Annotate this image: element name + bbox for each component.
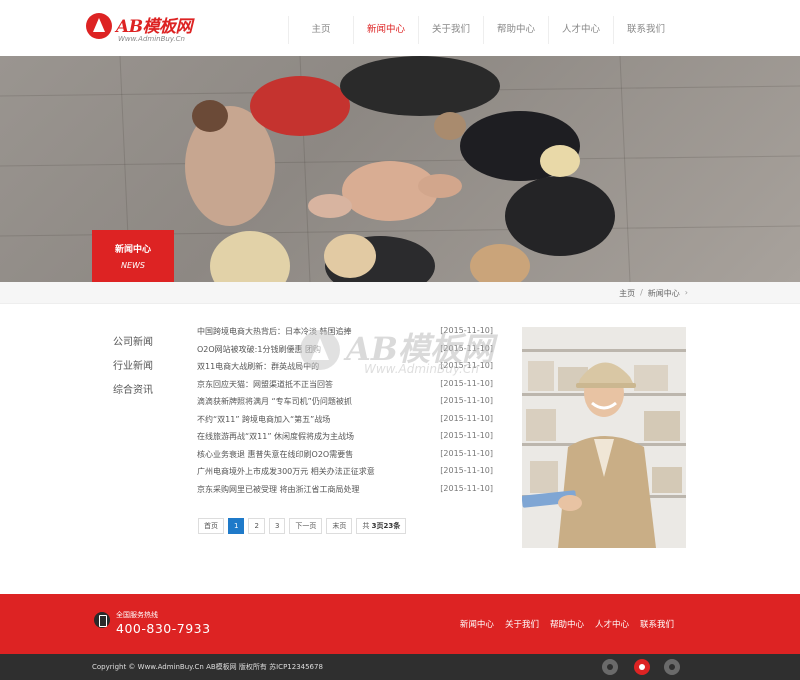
banner-tag-title: 新闻中心 [114,245,151,255]
qq-icon[interactable] [602,659,618,675]
courier-photo [522,327,686,548]
news-date: [2015-11-10] [440,413,493,423]
weibo-icon[interactable] [664,659,680,675]
nav-item-contact[interactable]: 联系我们 [613,16,678,44]
news-title[interactable]: 滴滴获新牌照将满月 “专车司机”仍问题被抓 [197,396,352,414]
news-date: [2015-11-10] [440,483,493,493]
news-title[interactable]: 京东采购网里已被受理 将由浙江省工商局处理 [197,484,360,502]
page-button-2[interactable]: 2 [248,518,265,534]
pagination-total-count: 23条 [383,522,401,530]
footer-nav-contact[interactable]: 联系我们 [640,618,674,630]
logo-mark-icon [86,13,112,39]
footer-nav-careers[interactable]: 人才中心 [595,618,629,630]
news-title[interactable]: 核心业务衰退 惠普失意在线印刷O2O需要售 [197,449,353,467]
nav-item-news[interactable]: 新闻中心 [353,16,418,44]
watermark-url: Www.AdminBuy.Cn [364,362,479,376]
watermark-mark-icon [300,330,340,370]
list-item[interactable]: 滴滴获新牌照将满月 “专车司机”仍问题被抓 [2015-11-10] [197,396,493,414]
footer-nav: 新闻中心 关于我们 帮助中心 人才中心 联系我们 [460,618,674,630]
list-item[interactable]: 京东采购网里已被受理 将由浙江省工商局处理 [2015-11-10] [197,484,493,502]
last-page-button[interactable]: 末页 [326,518,353,534]
next-page-button[interactable]: 下一页 [289,518,323,534]
pagination-info-prefix: 共 [362,522,372,530]
pagination-info: 共 3页23条 [356,518,407,534]
logo-name: AB模板网 [116,17,193,37]
sidebar-item-general-info[interactable]: 综合资讯 [113,381,153,405]
category-sidebar: 公司新闻 行业新闻 综合资讯 [113,333,153,405]
breadcrumb-arrow-icon: › [684,288,688,297]
banner-section-tag: 新闻中心 NEWS [92,230,174,282]
list-item[interactable]: 在线旅游再战“双11” 休闲度假将成为主战场 [2015-11-10] [197,431,493,449]
logo-url: Www.AdminBuy.Cn [118,35,185,43]
sidebar-item-company-news[interactable]: 公司新闻 [113,333,153,357]
pagination: 首页 1 2 3 下一页 末页 共 3页23条 [198,518,407,534]
nav-item-home[interactable]: 主页 [288,16,353,44]
footer-nav-news[interactable]: 新闻中心 [460,618,494,630]
site-header: AB模板网 Www.AdminBuy.Cn 主页 新闻中心 关于我们 帮助中心 … [0,0,800,56]
courier-illustration [522,327,686,548]
site-logo[interactable]: AB模板网 Www.AdminBuy.Cn [86,10,206,46]
banner-tag-subtitle: NEWS [120,261,146,270]
first-page-button[interactable]: 首页 [198,518,224,534]
news-title[interactable]: 在线旅游再战“双11” 休闲度假将成为主战场 [197,431,354,449]
nav-item-careers[interactable]: 人才中心 [548,16,613,44]
main-nav: 主页 新闻中心 关于我们 帮助中心 人才中心 联系我们 [288,16,678,44]
nav-item-about[interactable]: 关于我们 [418,16,483,44]
list-item[interactable]: 不约“双11” 跨境电商加入“第五”战场 [2015-11-10] [197,414,493,432]
page-button-1[interactable]: 1 [228,518,245,534]
phone-icon [94,612,110,628]
breadcrumb-home[interactable]: 主页 [619,288,635,299]
page-button-3[interactable]: 3 [268,518,286,534]
list-item[interactable]: 核心业务衰退 惠普失意在线印刷O2O需要售 [2015-11-10] [197,449,493,467]
hotline-number: 400-830-7933 [116,621,211,636]
news-date: [2015-11-10] [440,466,493,475]
pagination-total-pages: 3页 [371,522,384,530]
news-title[interactable]: 不约“双11” 跨境电商加入“第五”战场 [197,414,330,432]
hotline-label: 全国服务热线 [116,611,158,619]
footer-nav-help[interactable]: 帮助中心 [550,618,584,630]
footer-bar: 全国服务热线 400-830-7933 新闻中心 关于我们 帮助中心 人才中心 … [0,594,800,654]
banner-image: 新闻中心 NEWS [0,56,800,282]
breadcrumb-separator: / [640,288,643,297]
list-item[interactable]: 广州电商境外上市成发300万元 相关办法正征求意 [2015-11-10] [197,466,493,484]
news-date: [2015-11-10] [440,396,493,405]
footer-nav-about[interactable]: 关于我们 [505,618,539,630]
sidebar-item-industry-news[interactable]: 行业新闻 [113,357,153,381]
breadcrumb-bar: 主页 / 新闻中心 › [0,282,800,304]
breadcrumb: 主页 / 新闻中心 › [619,288,688,299]
news-title[interactable]: 广州电商境外上市成发300万元 相关办法正征求意 [197,466,375,484]
wechat-icon[interactable] [634,659,650,675]
nav-item-help[interactable]: 帮助中心 [483,16,548,44]
breadcrumb-current[interactable]: 新闻中心 [648,288,680,299]
news-date: [2015-11-10] [440,431,493,440]
watermark-logo: AB模板网 Www.AdminBuy.Cn [300,316,500,386]
copyright-bar: Copyright © Www.AdminBuy.Cn AB模板网 版权所有 苏… [0,654,800,680]
copyright-text: Copyright © Www.AdminBuy.Cn AB模板网 版权所有 苏… [92,663,323,671]
news-date: [2015-11-10] [440,448,493,458]
